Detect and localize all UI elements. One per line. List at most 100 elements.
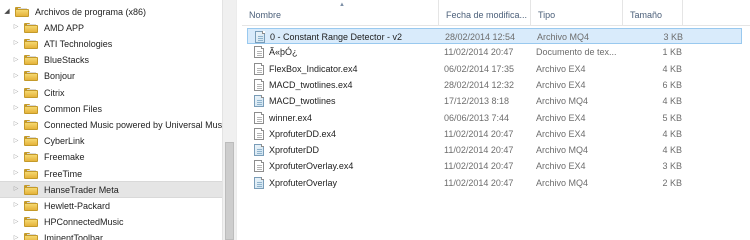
tree-item[interactable]: ▷ FreeTime (0, 165, 222, 182)
tree-item-label: Freemake (44, 152, 85, 163)
file-type: Archivo MQ4 (536, 96, 589, 107)
tree-item[interactable]: ▷ Hewlett-Packard (0, 197, 222, 214)
expand-arrow-icon[interactable]: ▷ (11, 35, 21, 52)
file-row[interactable]: XprofuterDD.ex4 11/02/2014 20:47 Archivo E… (247, 126, 742, 142)
expand-arrow-icon[interactable]: ▷ (11, 116, 21, 133)
file-type: Archivo EX4 (536, 128, 586, 139)
tree-item[interactable]: ▷ IminentToolbar (0, 230, 222, 240)
tree-item-label: Citrix (44, 87, 65, 98)
tree-item[interactable]: ▷ Bonjour (0, 68, 222, 85)
file-type: Archivo EX4 (536, 161, 586, 172)
file-row[interactable]: XprofuterOverlay 11/02/2014 20:47 Archivo … (247, 175, 742, 191)
file-name: Ã«þÓ¿ (269, 47, 298, 58)
ex4-file-icon (254, 127, 264, 140)
sort-ascending-icon: ▲ (339, 2, 345, 8)
folder-icon (24, 152, 38, 163)
column-header-date[interactable]: Fecha de modifica... (439, 0, 531, 26)
file-list: Nombre ▲ Fecha de modifica... Tipo Tamañ… (242, 0, 750, 240)
mq4-file-icon (254, 176, 264, 189)
tree-item[interactable]: ▷ HPConnectedMusic (0, 214, 222, 231)
tree-item-label: Archivos de programa (x86) (35, 6, 147, 17)
folder-icon (24, 22, 38, 33)
expand-arrow-icon[interactable]: ▷ (11, 197, 21, 214)
file-row[interactable]: XprofuterOverlay.ex4 11/02/2014 20:47 Arch… (247, 158, 742, 174)
tree-item-label: HPConnectedMusic (44, 217, 124, 228)
file-type: Archivo MQ4 (536, 177, 589, 188)
ex4-file-icon (254, 62, 264, 75)
tree-item-label: ATI Technologies (44, 38, 113, 49)
scrollbar-thumb[interactable] (225, 142, 234, 240)
expand-arrow-icon[interactable]: ▷ (11, 133, 21, 150)
file-date: 11/02/2014 20:47 (444, 47, 514, 58)
tree-item-label: IminentToolbar (44, 233, 104, 240)
file-row[interactable]: MACD_twotlines 17/12/2013 8:18 Archivo MQ4… (247, 93, 742, 109)
text-file-icon (254, 46, 264, 59)
tree-item[interactable]: ▷ Freemake (0, 149, 222, 166)
expand-arrow-icon[interactable]: ▷ (11, 230, 21, 240)
tree-item[interactable]: ▷ Connected Music powered by Universal Mu… (0, 116, 222, 133)
column-header-type[interactable]: Tipo (531, 0, 623, 26)
tree-item[interactable]: ▷ BlueStacks (0, 52, 222, 69)
collapse-arrow-icon[interactable]: ◢ (2, 3, 12, 20)
tree-item-label: Hewlett-Packard (44, 200, 111, 211)
folder-icon (15, 6, 29, 17)
expand-arrow-icon[interactable]: ▷ (11, 19, 21, 36)
expand-arrow-icon[interactable]: ▷ (11, 149, 21, 166)
mq4-file-icon (254, 95, 264, 108)
tree-item[interactable]: ▷ CyberLink (0, 133, 222, 150)
file-size: 4 KB (662, 96, 682, 107)
expand-arrow-icon[interactable]: ▷ (11, 84, 21, 101)
expand-arrow-icon[interactable]: ▷ (11, 181, 21, 198)
tree-item[interactable]: ▷ ATI Technologies (0, 35, 222, 52)
file-type: Documento de tex... (536, 47, 617, 58)
folder-icon (24, 55, 38, 66)
column-header-name-label: Nombre (249, 10, 282, 20)
file-size: 3 KB (663, 32, 683, 42)
file-row[interactable]: MACD_twotlines.ex4 28/02/2014 12:32 Archiv… (247, 77, 742, 93)
tree-item[interactable]: ▷ AMD APP (0, 19, 222, 36)
file-row[interactable]: winner.ex4 06/06/2013 7:44 Archivo EX4 5 KB (247, 110, 742, 126)
file-size: 4 KB (662, 128, 682, 139)
column-header-date-label: Fecha de modifica... (446, 10, 528, 20)
file-date: 11/02/2014 20:47 (444, 128, 514, 139)
tree-item-label: AMD APP (44, 22, 85, 33)
file-row[interactable]: Ã«þÓ¿ 11/02/2014 20:47 Documento de tex...… (247, 44, 742, 60)
file-type: Archivo EX4 (536, 79, 586, 90)
tree-item-label: Common Files (44, 103, 103, 114)
file-type: Archivo MQ4 (537, 32, 590, 42)
file-size: 4 KB (662, 145, 682, 156)
tree-item[interactable]: ▷ Citrix (0, 84, 222, 101)
mq4-file-icon (254, 144, 264, 157)
expand-arrow-icon[interactable]: ▷ (11, 214, 21, 231)
folder-icon (24, 38, 38, 49)
folder-icon (24, 200, 38, 211)
folder-icon (24, 217, 38, 228)
folder-icon (24, 71, 38, 82)
folder-icon (24, 233, 38, 240)
file-name: XprofuterDD (269, 145, 320, 156)
tree-item[interactable]: ▷ Common Files (0, 100, 222, 117)
file-name: XprofuterOverlay (269, 177, 338, 188)
file-row[interactable]: XprofuterDD 11/02/2014 20:47 Archivo MQ4 4 … (247, 142, 742, 158)
tree-item[interactable]: ◢ Archivos de programa (x86) (0, 3, 222, 20)
column-header-type-label: Tipo (538, 10, 556, 20)
file-row[interactable]: 0 - Constant Range Detector - v2 28/02/20… (247, 28, 742, 44)
file-row[interactable]: FlexBox_Indicator.ex4 06/02/2014 17:35 Arc… (247, 61, 742, 77)
expand-arrow-icon[interactable]: ▷ (11, 165, 21, 182)
tree-item[interactable]: ▷ HanseTrader Meta (0, 181, 222, 199)
navigation-scrollbar[interactable] (222, 0, 236, 240)
file-name: XprofuterDD.ex4 (269, 128, 337, 139)
tree-item-label: CyberLink (44, 136, 85, 147)
file-type: Archivo MQ4 (536, 145, 589, 156)
folder-icon (24, 136, 38, 147)
file-type: Archivo EX4 (536, 63, 586, 74)
expand-arrow-icon[interactable]: ▷ (11, 100, 21, 117)
navigation-pane: ◢ Archivos de programa (x86) ▷ AMD APP ▷ ATI … (0, 0, 222, 240)
column-header-row: Nombre ▲ Fecha de modifica... Tipo Tamañ… (242, 0, 750, 26)
expand-arrow-icon[interactable]: ▷ (11, 52, 21, 69)
folder-icon (24, 184, 38, 195)
file-date: 06/06/2013 7:44 (444, 112, 510, 123)
column-header-size[interactable]: Tamaño (623, 0, 683, 26)
ex4-file-icon (254, 111, 264, 124)
expand-arrow-icon[interactable]: ▷ (11, 68, 21, 85)
